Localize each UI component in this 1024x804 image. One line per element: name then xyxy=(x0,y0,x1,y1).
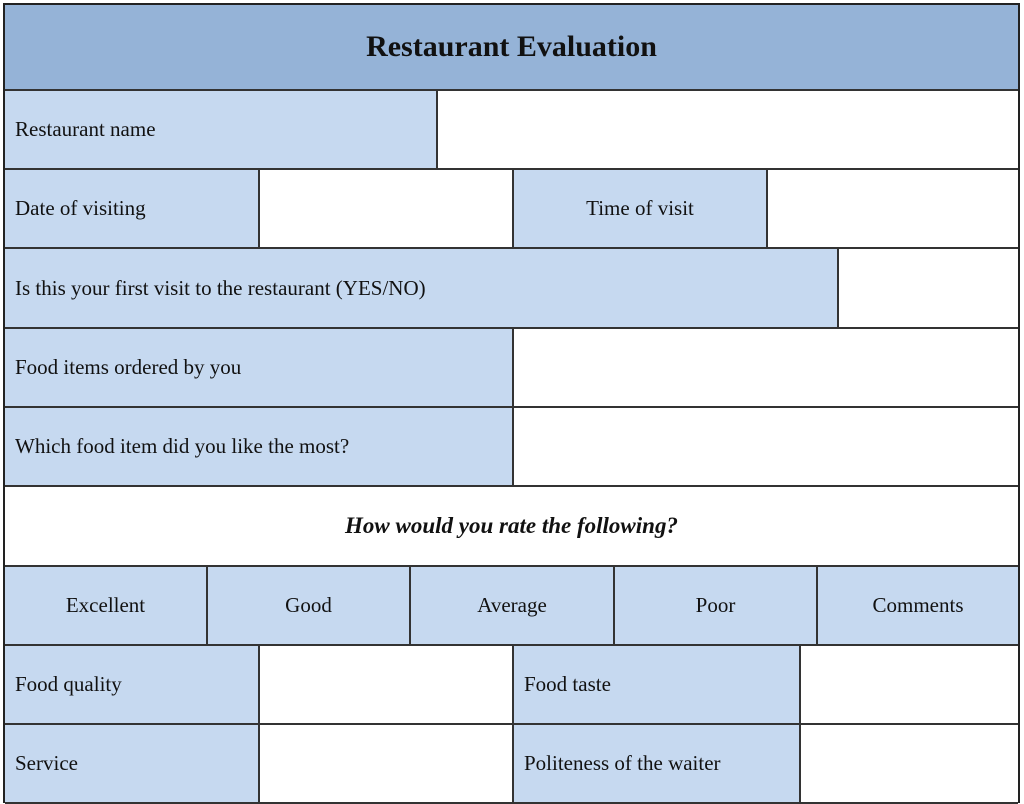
liked-most-row: Which food item did you like the most? xyxy=(5,408,1018,487)
liked-most-label: Which food item did you like the most? xyxy=(5,408,514,485)
food-items-field[interactable] xyxy=(514,329,1018,406)
liked-most-field[interactable] xyxy=(514,408,1018,485)
title-row: Restaurant Evaluation xyxy=(5,5,1018,91)
restaurant-evaluation-form: Restaurant Evaluation Restaurant name Da… xyxy=(3,3,1020,804)
politeness-label: Politeness of the waiter xyxy=(514,725,801,802)
food-items-label: Food items ordered by you xyxy=(5,329,514,406)
politeness-field[interactable] xyxy=(801,725,1018,802)
scale-comments: Comments xyxy=(818,567,1018,644)
food-taste-label: Food taste xyxy=(514,646,801,723)
food-items-row: Food items ordered by you xyxy=(5,329,1018,408)
visit-date-time-row: Date of visiting Time of visit xyxy=(5,170,1018,249)
scale-excellent: Excellent xyxy=(5,567,208,644)
first-visit-row: Is this your first visit to the restaura… xyxy=(5,249,1018,329)
rating-heading: How would you rate the following? xyxy=(5,487,1018,565)
rating-row-1: Food quality Food taste xyxy=(5,646,1018,725)
restaurant-name-label: Restaurant name xyxy=(5,91,438,168)
form-title: Restaurant Evaluation xyxy=(5,5,1018,89)
date-of-visiting-label: Date of visiting xyxy=(5,170,260,247)
food-quality-field[interactable] xyxy=(260,646,514,723)
date-of-visiting-field[interactable] xyxy=(260,170,514,247)
scale-good: Good xyxy=(208,567,411,644)
first-visit-field[interactable] xyxy=(839,249,1018,327)
first-visit-label: Is this your first visit to the restaura… xyxy=(5,249,839,327)
restaurant-name-field[interactable] xyxy=(438,91,1018,168)
restaurant-name-row: Restaurant name xyxy=(5,91,1018,170)
food-taste-field[interactable] xyxy=(801,646,1018,723)
service-label: Service xyxy=(5,725,260,802)
scale-average: Average xyxy=(411,567,615,644)
time-of-visit-field[interactable] xyxy=(768,170,1018,247)
scale-poor: Poor xyxy=(615,567,818,644)
time-of-visit-label: Time of visit xyxy=(514,170,768,247)
rating-heading-row: How would you rate the following? xyxy=(5,487,1018,567)
rating-row-2: Service Politeness of the waiter xyxy=(5,725,1018,804)
service-field[interactable] xyxy=(260,725,514,802)
rating-scale-row: Excellent Good Average Poor Comments xyxy=(5,567,1018,646)
food-quality-label: Food quality xyxy=(5,646,260,723)
